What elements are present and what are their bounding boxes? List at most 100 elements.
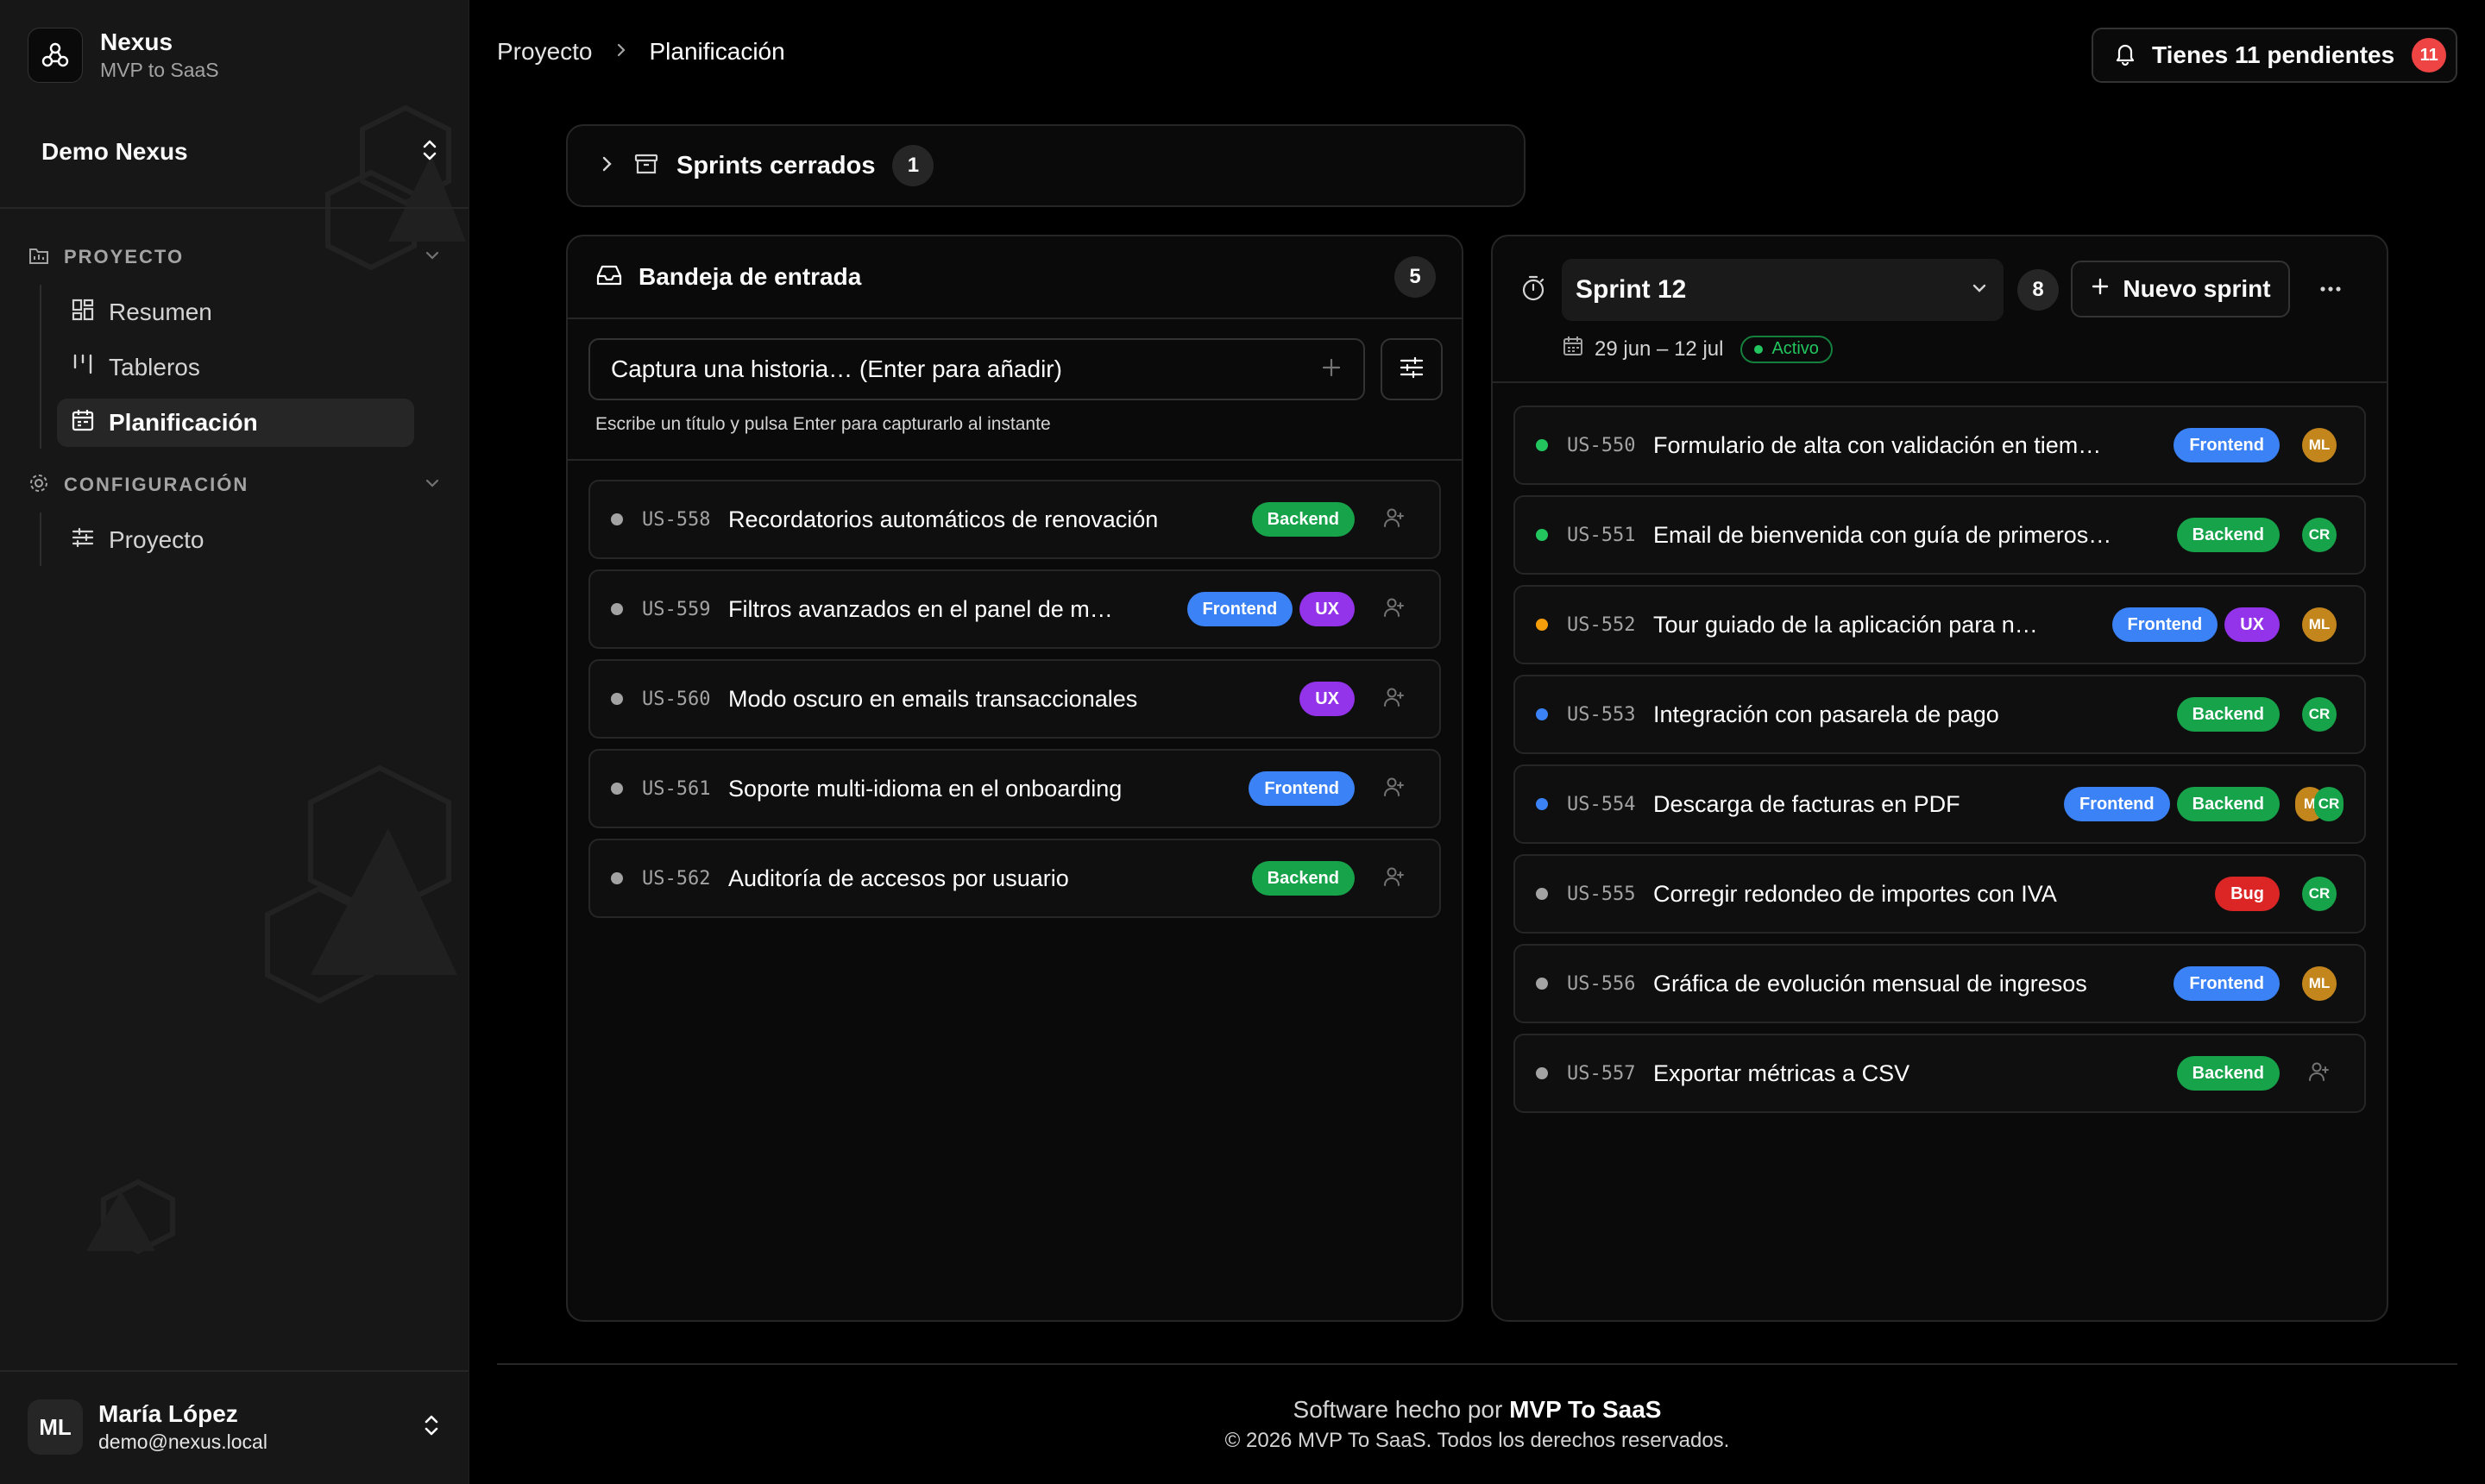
story-card[interactable]: US-555 Corregir redondeo de importes con … — [1513, 854, 2366, 934]
nav-tree-line — [40, 285, 41, 449]
notifications-label: Tienes 11 pendientes — [2152, 41, 2395, 68]
brand[interactable]: Nexus MVP to SaaS — [28, 28, 219, 83]
story-card[interactable]: US-553 Integración con pasarela de pago Ba… — [1513, 675, 2366, 754]
story-card[interactable]: US-561 Soporte multi-idioma en el onboard… — [588, 749, 1441, 828]
story-card[interactable]: US-550 Formulario de alta con validación … — [1513, 406, 2366, 485]
sidebar-item-label: Planificación — [109, 409, 258, 436]
story-assignees[interactable] — [1370, 685, 1419, 714]
filter-button[interactable] — [1381, 338, 1443, 400]
user-menu[interactable]: ML María López demo@nexus.local — [0, 1370, 469, 1484]
story-assignees[interactable]: ML — [2295, 607, 2343, 642]
tag-backend: Backend — [1251, 861, 1355, 896]
chevrons-up-down-icon — [421, 1412, 442, 1443]
status-dot — [1536, 888, 1548, 900]
closed-sprints-toggle[interactable]: Sprints cerrados 1 — [566, 124, 1526, 207]
user-email: demo@nexus.local — [98, 1431, 267, 1453]
story-assignees[interactable]: M CR — [2295, 787, 2343, 821]
workspace-name: Demo Nexus — [41, 138, 188, 165]
story-assignees[interactable]: CR — [2295, 518, 2343, 552]
inbox-count: 5 — [1394, 256, 1436, 298]
story-title: Recordatorios automáticos de renovación — [728, 506, 1159, 532]
story-assignees[interactable] — [1370, 506, 1419, 534]
assign-user-icon[interactable] — [1382, 506, 1406, 534]
chevron-right-icon — [599, 154, 616, 179]
story-capture-input[interactable] — [611, 355, 1267, 383]
user-avatar: ML — [28, 1399, 83, 1455]
story-card[interactable]: US-551 Email de bienvenida con guía de pr… — [1513, 495, 2366, 575]
sidebar-item-resumen[interactable]: Resumen — [57, 288, 414, 336]
story-id: US-556 — [1567, 972, 1636, 995]
assign-user-icon[interactable] — [2307, 1060, 2331, 1088]
notifications-button[interactable]: Tienes 11 pendientes 11 — [2092, 28, 2457, 83]
story-assignees[interactable] — [1370, 865, 1419, 893]
chevron-down-icon — [423, 246, 442, 269]
plus-icon — [2090, 275, 2111, 303]
story-card[interactable]: US-557 Exportar métricas a CSV Backend — [1513, 1034, 2366, 1113]
story-id: US-552 — [1567, 613, 1636, 636]
story-card[interactable]: US-554 Descarga de facturas en PDF Fronten… — [1513, 764, 2366, 844]
story-card[interactable]: US-562 Auditoría de accesos por usuario Ba… — [588, 839, 1441, 918]
story-card[interactable]: US-559 Filtros avanzados en el panel de m… — [588, 569, 1441, 649]
nav-group-proyecto[interactable]: PROYECTO — [28, 240, 442, 274]
story-card[interactable]: US-558 Recordatorios automáticos de renov… — [588, 480, 1441, 559]
tag-frontend: Frontend — [2111, 607, 2218, 642]
assign-user-icon[interactable] — [1382, 595, 1406, 624]
story-title: Gráfica de evolución mensual de ingresos — [1653, 970, 2087, 997]
status-dot — [611, 693, 623, 705]
story-assignees[interactable]: ML — [2295, 428, 2343, 462]
assignee-avatar: ML — [2302, 966, 2337, 1001]
chevron-down-icon — [423, 474, 442, 497]
story-assignees[interactable] — [1370, 775, 1419, 803]
story-assignees[interactable]: ML — [2295, 966, 2343, 1001]
sliders-icon — [1398, 354, 1425, 386]
story-assignees[interactable]: CR — [2295, 877, 2343, 911]
sidebar-item-tableros[interactable]: Tableros — [57, 343, 414, 392]
sidebar-item-planificacion[interactable]: Planificación — [57, 399, 414, 447]
story-title: Email de bienvenida con guía de primeros… — [1653, 521, 2112, 548]
story-card[interactable]: US-556 Gráfica de evolución mensual de in… — [1513, 944, 2366, 1023]
new-sprint-button[interactable]: Nuevo sprint — [2071, 261, 2290, 318]
sprint-status-label: Activo — [1771, 339, 1819, 358]
breadcrumb-item-proyecto[interactable]: Proyecto — [497, 38, 593, 66]
story-id: US-550 — [1567, 434, 1636, 456]
status-dot — [1536, 708, 1548, 720]
sprint-dates: 29 jun – 12 jul — [1595, 336, 1724, 361]
sidebar-item-label: Tableros — [109, 354, 200, 380]
assign-user-icon[interactable] — [1382, 775, 1406, 803]
story-assignees[interactable] — [1370, 595, 1419, 624]
story-card[interactable]: US-560 Modo oscuro en emails transacciona… — [588, 659, 1441, 739]
divider — [568, 459, 1462, 461]
inbox-icon — [595, 262, 623, 292]
status-dot — [611, 872, 623, 884]
story-id: US-559 — [642, 598, 711, 620]
tag-frontend: Frontend — [2174, 428, 2280, 462]
story-tags: Frontend — [2174, 428, 2280, 462]
nav-group-label: CONFIGURACIÓN — [64, 474, 249, 495]
story-capture-field[interactable] — [588, 338, 1365, 400]
breadcrumb-item-planificacion: Planificación — [649, 38, 785, 65]
inbox-title: Bandeja de entrada — [639, 263, 862, 290]
story-title: Filtros avanzados en el panel de m… — [728, 595, 1113, 622]
closed-sprints-count: 1 — [892, 145, 934, 186]
sidebar-item-proyecto[interactable]: Proyecto — [57, 516, 414, 564]
assign-user-icon[interactable] — [1382, 685, 1406, 714]
story-tags: Frontend UX — [1186, 592, 1355, 626]
story-tags: Backend — [2176, 1056, 2280, 1091]
decorative-hexagon-pattern — [86, 104, 466, 1254]
status-dot — [1536, 529, 1548, 541]
story-id: US-551 — [1567, 524, 1636, 546]
story-assignees[interactable]: CR — [2295, 697, 2343, 732]
story-tags: Frontend UX — [2111, 607, 2280, 642]
plus-icon[interactable] — [1320, 356, 1343, 383]
story-title: Descarga de facturas en PDF — [1653, 790, 1960, 817]
workspace-switcher[interactable]: Demo Nexus — [41, 133, 440, 171]
story-title: Auditoría de accesos por usuario — [728, 865, 1069, 891]
story-id: US-558 — [642, 508, 711, 531]
more-options-icon[interactable] — [2318, 276, 2343, 306]
footer-brand-link[interactable]: MVP To SaaS — [1509, 1396, 1661, 1423]
nav-group-configuracion[interactable]: CONFIGURACIÓN — [28, 468, 442, 502]
sprint-selector[interactable]: Sprint 12 — [1562, 259, 2004, 321]
story-assignees[interactable] — [2295, 1060, 2343, 1088]
story-card[interactable]: US-552 Tour guiado de la aplicación para … — [1513, 585, 2366, 664]
assign-user-icon[interactable] — [1382, 865, 1406, 893]
